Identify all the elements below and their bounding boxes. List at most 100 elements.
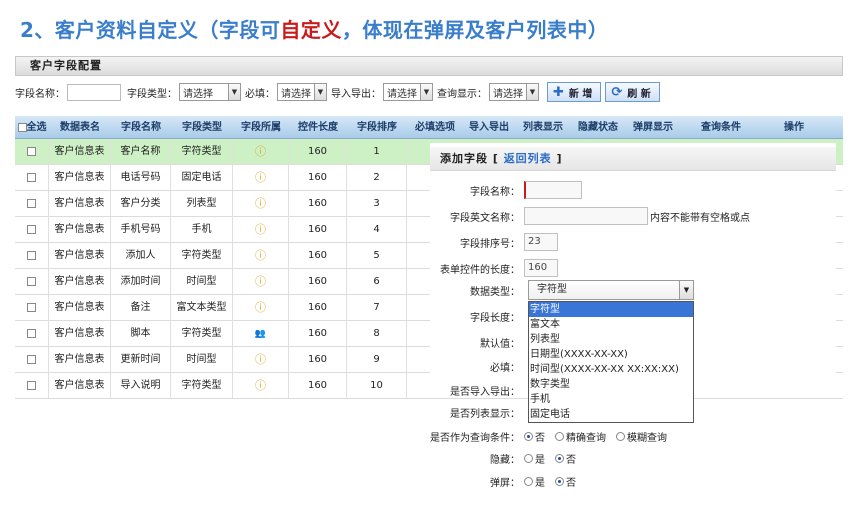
column-header: 控件长度: [298, 122, 338, 133]
back-to-list-link[interactable]: 返回列表: [504, 152, 552, 165]
query-option-fuzzy[interactable]: 模糊查询: [616, 429, 667, 444]
column-header: 弹屏显示: [633, 122, 673, 133]
chevron-down-icon: ▼: [420, 84, 432, 100]
dialog-title: 添加字段 [ 返回列表 ]: [430, 147, 836, 171]
order-field[interactable]: 23: [524, 233, 558, 251]
info-icon: ⓘ: [233, 295, 289, 320]
cell-type: 时间型: [171, 269, 233, 294]
cell-len: 160: [289, 139, 347, 164]
query-option-exact[interactable]: 精确查询: [555, 429, 606, 444]
cell-table: 客户信息表: [49, 295, 111, 320]
form-row-en-name: 字段英文名称： 内容不能带有空格或点: [430, 206, 750, 226]
cell-len: 160: [289, 243, 347, 268]
data-type-option[interactable]: 数字类型: [529, 377, 693, 392]
select-all-checkbox[interactable]: 全选: [15, 116, 49, 138]
row-checkbox[interactable]: [15, 243, 49, 268]
form-row-width: 表单控件的长度： 160: [430, 258, 558, 278]
cell-len: 160: [289, 373, 347, 398]
query-option-no[interactable]: 否: [524, 429, 545, 444]
info-icon: ⓘ: [233, 217, 289, 242]
cell-type: 手机: [171, 217, 233, 242]
cell-order: 5: [347, 243, 407, 268]
row-checkbox[interactable]: [15, 165, 49, 190]
cell-len: 160: [289, 321, 347, 346]
form-row-hidden: 隐藏： 是 否: [430, 448, 586, 468]
cell-type: 字符类型: [171, 373, 233, 398]
info-icon: ⓘ: [233, 347, 289, 372]
row-checkbox[interactable]: [15, 373, 49, 398]
data-type-option[interactable]: 手机: [529, 392, 693, 407]
chevron-down-icon: ▼: [679, 281, 693, 299]
english-name-field[interactable]: [524, 207, 648, 225]
row-checkbox[interactable]: [15, 139, 49, 164]
field-type-select[interactable]: 请选择 ▼: [179, 83, 241, 101]
cell-name: 电话号码: [111, 165, 171, 190]
cell-table: 客户信息表: [49, 165, 111, 190]
chevron-down-icon: ▼: [526, 84, 538, 100]
cell-table: 客户信息表: [49, 217, 111, 242]
row-checkbox[interactable]: [15, 191, 49, 216]
info-icon: ⓘ: [233, 139, 289, 164]
add-button[interactable]: ✚ 新 增: [547, 82, 602, 102]
form-row-default: 默认值：: [480, 338, 520, 350]
cell-type: 字符类型: [171, 139, 233, 164]
cell-table: 客户信息表: [49, 373, 111, 398]
field-name-field[interactable]: [524, 181, 582, 199]
info-icon: ⓘ: [233, 269, 289, 294]
cell-name: 添加时间: [111, 269, 171, 294]
info-icon: ⓘ: [233, 373, 289, 398]
column-header: 导入导出: [469, 122, 509, 133]
field-name-label: 字段名称：: [15, 88, 65, 100]
import-export-select[interactable]: 请选择 ▼: [383, 83, 433, 101]
popup-option-yes[interactable]: 是: [524, 474, 545, 489]
column-header: 字段名称: [121, 122, 161, 133]
cell-order: 10: [347, 373, 407, 398]
checkbox[interactable]: [17, 122, 27, 132]
chevron-down-icon: ▼: [314, 84, 326, 100]
data-type-option[interactable]: 时间型(XXXX-XX-XX XX:XX:XX): [529, 362, 693, 377]
form-row-len: 字段长度：: [470, 312, 520, 324]
cell-order: 2: [347, 165, 407, 190]
table-header: 全选 数据表名 字段名称 字段类型 字段所属 控件长度 字段排序 必填选项 导入导出 列表显示 隐藏…: [15, 116, 843, 139]
form-row-popup: 弹屏： 是 否: [430, 471, 586, 491]
cell-len: 160: [289, 217, 347, 242]
row-checkbox[interactable]: [15, 321, 49, 346]
data-type-option[interactable]: 固定电话: [529, 407, 693, 422]
query-display-select[interactable]: 请选择 ▼: [489, 83, 539, 101]
data-type-option[interactable]: 富文本: [529, 317, 693, 332]
cell-name: 添加人: [111, 243, 171, 268]
query-display-label: 查询显示：: [437, 88, 487, 100]
cell-order: 3: [347, 191, 407, 216]
column-header: 字段排序: [357, 122, 397, 133]
row-checkbox[interactable]: [15, 269, 49, 294]
required-select[interactable]: 请选择 ▼: [277, 83, 327, 101]
cell-type: 富文本类型: [171, 295, 233, 320]
cell-order: 1: [347, 139, 407, 164]
data-type-options: 字符型 富文本 列表型 日期型(XXXX-XX-XX) 时间型(XXXX-XX-XX X…: [528, 301, 694, 423]
data-type-option[interactable]: 列表型: [529, 332, 693, 347]
form-row-name: 字段名称：: [430, 180, 582, 200]
row-checkbox[interactable]: [15, 217, 49, 242]
data-type-option[interactable]: 字符型: [529, 302, 693, 317]
cell-type: 列表型: [171, 191, 233, 216]
cell-table: 客户信息表: [49, 139, 111, 164]
data-type-select[interactable]: 字符型 ▼: [528, 280, 694, 300]
row-checkbox[interactable]: [15, 347, 49, 372]
refresh-button[interactable]: ⟳ 刷 新: [605, 82, 660, 102]
popup-option-no[interactable]: 否: [555, 474, 576, 489]
form-row-list: 是否列表显示：: [450, 408, 520, 420]
info-icon: ⓘ: [233, 243, 289, 268]
cell-table: 客户信息表: [49, 269, 111, 294]
column-header: 列表显示: [523, 122, 563, 133]
data-type-option[interactable]: 日期型(XXXX-XX-XX): [529, 347, 693, 362]
filter-bar: 字段名称： 字段类型： 请选择 ▼ 必填： 请选择 ▼ 导入导出： 请选择 ▼ 查询显…: [15, 80, 843, 104]
cell-order: 9: [347, 347, 407, 372]
cell-type: 时间型: [171, 347, 233, 372]
field-name-input[interactable]: [67, 83, 121, 101]
cell-name: 更新时间: [111, 347, 171, 372]
row-checkbox[interactable]: [15, 295, 49, 320]
control-width-field[interactable]: 160: [524, 259, 558, 277]
plus-icon: ✚: [553, 84, 564, 100]
hidden-option-no[interactable]: 否: [555, 451, 576, 466]
hidden-option-yes[interactable]: 是: [524, 451, 545, 466]
